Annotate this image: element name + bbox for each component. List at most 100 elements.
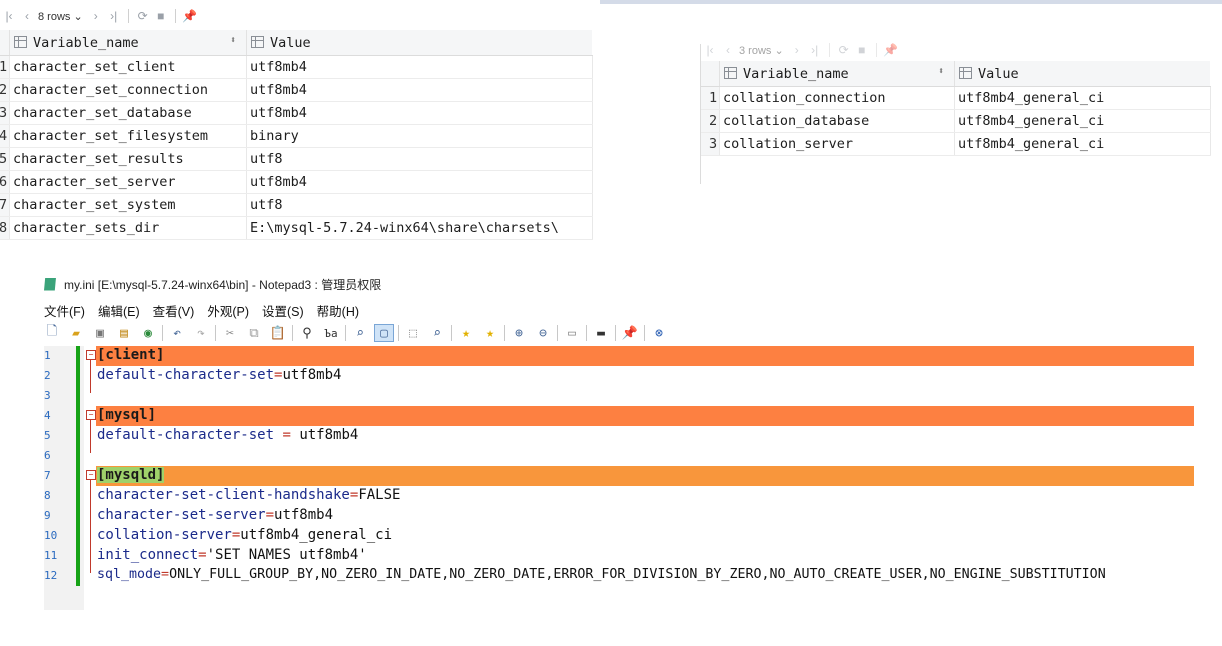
- favorites-icon[interactable]: ★: [456, 324, 476, 342]
- first-page-icon[interactable]: |‹: [0, 9, 18, 23]
- refresh-icon[interactable]: ⟳: [134, 9, 152, 23]
- cell-value[interactable]: E:\mysql-5.7.24-winx64\share\charsets\: [246, 216, 593, 240]
- undo-icon[interactable]: ↶: [167, 324, 187, 342]
- table-row[interactable]: 1 collation_connection utf8mb4_general_ci: [701, 86, 1211, 110]
- cell-variable-name[interactable]: character_set_database: [9, 101, 247, 125]
- stop-icon[interactable]: ■: [152, 9, 170, 23]
- cell-variable-name[interactable]: character_sets_dir: [9, 216, 247, 240]
- refresh-icon[interactable]: ⟳: [835, 43, 853, 57]
- editor-area[interactable]: 1 − [client] 2 default-character-set=utf…: [40, 346, 1222, 646]
- table-row[interactable]: 7 character_set_system utf8: [0, 193, 593, 217]
- last-page-icon[interactable]: ›|: [105, 9, 123, 23]
- toolbar-divider: [557, 325, 558, 341]
- redo-icon[interactable]: ↷: [191, 324, 211, 342]
- table-row[interactable]: 8 character_sets_dir E:\mysql-5.7.24-winx6…: [0, 216, 593, 240]
- grid-toolbar: |‹ ‹ 3 rows ⌄ › ›| ⟳ ■ 📌: [701, 38, 900, 62]
- cell-value[interactable]: utf8mb4_general_ci: [954, 86, 1211, 110]
- last-page-icon[interactable]: ›|: [806, 43, 824, 57]
- cell-variable-name[interactable]: collation_connection: [719, 86, 955, 110]
- word-wrap-icon[interactable]: ▢: [374, 324, 394, 342]
- table-row[interactable]: 2 character_set_connection utf8mb4: [0, 78, 593, 102]
- search-icon[interactable]: ⌕: [427, 324, 447, 342]
- fold-toggle-icon[interactable]: −: [86, 350, 96, 360]
- table-row[interactable]: 1 character_set_client utf8mb4: [0, 55, 593, 79]
- column-header-value[interactable]: Value: [246, 30, 592, 56]
- cell-variable-name[interactable]: collation_database: [719, 109, 955, 133]
- cell-variable-name[interactable]: character_set_system: [9, 193, 247, 217]
- save-as-icon[interactable]: ▤: [114, 324, 134, 342]
- zoom-in-icon[interactable]: ⊕: [509, 324, 529, 342]
- replace-icon[interactable]: Ъa: [321, 324, 341, 342]
- cell-value[interactable]: binary: [246, 124, 593, 148]
- next-page-icon[interactable]: ›: [87, 9, 105, 23]
- cell-value[interactable]: utf8: [246, 193, 593, 217]
- cell-variable-name[interactable]: character_set_results: [9, 147, 247, 171]
- table-row[interactable]: 3 collation_server utf8mb4_general_ci: [701, 132, 1211, 156]
- toolbar-divider: [451, 325, 452, 341]
- cell-value[interactable]: utf8mb4: [246, 78, 593, 102]
- cell-value[interactable]: utf8mb4_general_ci: [954, 109, 1211, 133]
- next-page-icon[interactable]: ›: [788, 43, 806, 57]
- exit-icon[interactable]: ⊗: [649, 324, 669, 342]
- stop-icon[interactable]: ■: [853, 43, 871, 57]
- find-icon[interactable]: ⚲: [297, 324, 317, 342]
- browse-icon[interactable]: ◉: [138, 324, 158, 342]
- menu-file[interactable]: 文件(F): [44, 301, 85, 320]
- paste-icon[interactable]: 📋: [268, 324, 288, 342]
- pin-icon[interactable]: 📌: [181, 9, 199, 23]
- cut-icon[interactable]: ✂: [220, 324, 240, 342]
- select-icon[interactable]: ⬚: [403, 324, 423, 342]
- cell-variable-name[interactable]: character_set_server: [9, 170, 247, 194]
- save-icon[interactable]: ▣: [90, 324, 110, 342]
- first-page-icon[interactable]: |‹: [701, 43, 719, 57]
- column-header-value[interactable]: Value: [954, 61, 1210, 87]
- cell-value[interactable]: utf8mb4: [246, 55, 593, 79]
- code-line: 10 collation-server=utf8mb4_general_ci: [40, 526, 1200, 546]
- menu-help[interactable]: 帮助(H): [317, 301, 359, 320]
- grid2-table: Variable_name ⬍ Value 1 collation_connecti…: [701, 61, 1211, 156]
- rows-count-dropdown[interactable]: 8 rows ⌄: [38, 10, 83, 23]
- cell-variable-name[interactable]: character_set_filesystem: [9, 124, 247, 148]
- table-row[interactable]: 2 collation_database utf8mb4_general_ci: [701, 109, 1211, 133]
- fold-toggle-icon[interactable]: −: [86, 470, 96, 480]
- menu-settings[interactable]: 设置(S): [262, 301, 304, 320]
- rows-count-label: 3 rows: [739, 44, 772, 57]
- menu-appearance[interactable]: 外观(P): [207, 301, 249, 320]
- pin-icon[interactable]: 📌: [882, 43, 900, 57]
- table-row[interactable]: 4 character_set_filesystem binary: [0, 124, 593, 148]
- rows-count-dropdown[interactable]: 3 rows ⌄: [739, 44, 784, 57]
- sort-icon[interactable]: ⬍: [230, 35, 236, 46]
- table-row[interactable]: 3 character_set_database utf8mb4: [0, 101, 593, 125]
- add-favorite-icon[interactable]: ★: [480, 324, 500, 342]
- prev-page-icon[interactable]: ‹: [719, 43, 737, 57]
- menu-edit[interactable]: 编辑(E): [98, 301, 140, 320]
- open-folder-icon[interactable]: ▰: [66, 324, 86, 342]
- scheme-icon[interactable]: ▭: [562, 324, 582, 342]
- line-number: 12: [44, 569, 58, 582]
- cell-value[interactable]: utf8mb4_general_ci: [954, 132, 1211, 156]
- row-number: 1: [701, 86, 720, 110]
- sort-icon[interactable]: ⬍: [938, 66, 944, 77]
- new-file-icon[interactable]: 🗋: [42, 324, 62, 342]
- copy-icon[interactable]: ⧉: [244, 324, 264, 342]
- pin-icon[interactable]: 📌: [620, 324, 640, 342]
- customize-icon[interactable]: ▬: [591, 324, 611, 342]
- column-header-variable-name[interactable]: Variable_name ⬍: [9, 30, 247, 56]
- cell-value[interactable]: utf8mb4: [246, 101, 593, 125]
- table-row[interactable]: 6 character_set_server utf8mb4: [0, 170, 593, 194]
- cell-variable-name[interactable]: character_set_connection: [9, 78, 247, 102]
- cell-variable-name[interactable]: collation_server: [719, 132, 955, 156]
- menu-view[interactable]: 查看(V): [153, 301, 195, 320]
- prev-page-icon[interactable]: ‹: [18, 9, 36, 23]
- cell-value[interactable]: utf8: [246, 147, 593, 171]
- fold-toggle-icon[interactable]: −: [86, 410, 96, 420]
- goto-icon[interactable]: ⌕: [350, 324, 370, 342]
- table-row[interactable]: 5 character_set_results utf8: [0, 147, 593, 171]
- row-number: 1: [0, 55, 10, 79]
- zoom-out-icon[interactable]: ⊖: [533, 324, 553, 342]
- column-header-variable-name[interactable]: Variable_name ⬍: [719, 61, 955, 87]
- cell-variable-name[interactable]: character_set_client: [9, 55, 247, 79]
- row-number: 8: [0, 216, 10, 240]
- cell-value[interactable]: utf8mb4: [246, 170, 593, 194]
- line-number: 1: [44, 349, 51, 362]
